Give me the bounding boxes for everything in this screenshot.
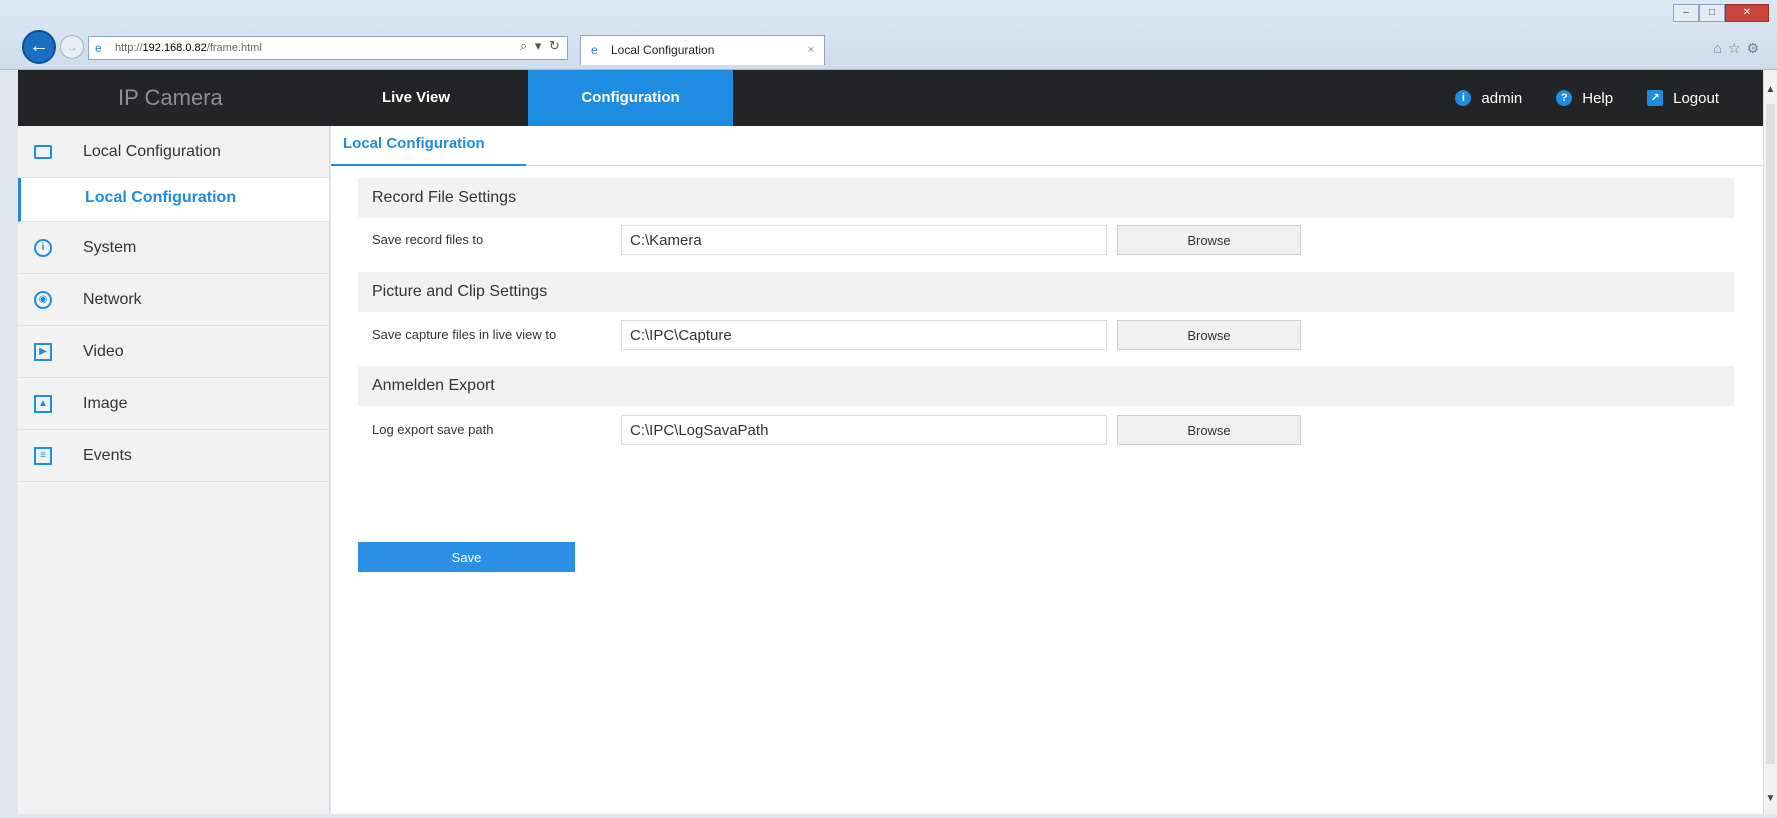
- address-tools[interactable]: ⌕ ▾ ↻: [520, 38, 562, 54]
- home-icon[interactable]: ⌂: [1713, 40, 1727, 56]
- help-link[interactable]: ? Help: [1556, 90, 1613, 107]
- sidebar-item-network[interactable]: ◉ Network: [18, 274, 329, 326]
- window-close-icon[interactable]: ✕: [1725, 4, 1769, 22]
- info-icon: i: [34, 239, 52, 257]
- section-anmelden-export: Anmelden Export: [358, 366, 1734, 406]
- user-info-icon: i: [1455, 90, 1472, 106]
- page-scrollbar[interactable]: ▲ ▼: [1763, 70, 1777, 814]
- sidebar-item-label: System: [83, 239, 137, 256]
- scroll-thumb[interactable]: [1766, 104, 1775, 764]
- url-host: 192.168.0.82: [142, 42, 207, 54]
- sidebar-item-label: Local Configuration: [83, 143, 221, 160]
- maximize-icon[interactable]: □: [1699, 4, 1725, 22]
- url-path: /frame.html: [206, 42, 262, 54]
- record-browse-button[interactable]: Browse: [1117, 225, 1301, 255]
- log-path-input[interactable]: [621, 415, 1107, 445]
- sidebar-item-system[interactable]: i System: [18, 222, 329, 274]
- sidebar-item-label: Events: [83, 447, 132, 464]
- log-browse-button[interactable]: Browse: [1117, 415, 1301, 445]
- ie-tab-icon: e: [591, 43, 598, 57]
- image-icon: ▲: [34, 395, 52, 413]
- sidebar-item-video[interactable]: ▶ Video: [18, 326, 329, 378]
- capture-path-input[interactable]: [621, 320, 1107, 350]
- globe-icon: ◉: [34, 291, 52, 309]
- record-path-input[interactable]: [621, 225, 1107, 255]
- browser-toolbar-icons: ⌂☆⚙: [1713, 40, 1765, 57]
- nav-configuration[interactable]: Configuration: [528, 70, 733, 126]
- url-prefix: http://: [115, 42, 143, 54]
- back-icon[interactable]: ←: [22, 30, 56, 64]
- sidebar-item-label: Video: [83, 343, 124, 360]
- content-tabbar: Local Configuration: [331, 126, 1763, 166]
- logout-icon: ↗: [1647, 90, 1664, 106]
- minimize-icon[interactable]: –: [1673, 4, 1699, 22]
- monitor-icon: [34, 145, 52, 159]
- header-user-menu: i admin ? Help ↗ Logout: [1455, 70, 1719, 126]
- events-icon: ≡: [34, 447, 52, 465]
- sidebar-item-image[interactable]: ▲ Image: [18, 378, 329, 430]
- section-record-file-settings: Record File Settings: [358, 178, 1734, 218]
- app-header: IP Camera Live View Configuration i admi…: [18, 70, 1763, 126]
- settings-gear-icon[interactable]: ⚙: [1746, 40, 1765, 56]
- browser-chrome: ← → e http://192.168.0.82/frame.html ⌕ ▾ …: [0, 0, 1777, 70]
- help-icon: ?: [1556, 90, 1573, 106]
- sidebar-item-label: Network: [83, 291, 142, 308]
- tab-close-icon[interactable]: ×: [808, 36, 814, 64]
- scroll-up-icon[interactable]: ▲: [1764, 84, 1777, 95]
- sidebar-item-label: Image: [83, 395, 128, 412]
- user-menu[interactable]: i admin: [1455, 90, 1522, 107]
- capture-browse-button[interactable]: Browse: [1117, 320, 1301, 350]
- sidebar-item-local-configuration[interactable]: Local Configuration: [18, 126, 329, 178]
- brand-logo: IP Camera: [118, 85, 223, 110]
- browser-tab[interactable]: e Local Configuration ×: [580, 35, 825, 65]
- scroll-down-icon[interactable]: ▼: [1764, 793, 1777, 804]
- username: admin: [1481, 89, 1523, 107]
- forward-icon[interactable]: →: [60, 35, 84, 59]
- save-button[interactable]: Save: [358, 542, 575, 572]
- nav-live-view[interactable]: Live View: [336, 70, 496, 126]
- section-picture-clip-settings: Picture and Clip Settings: [358, 272, 1734, 312]
- sidebar-item-events[interactable]: ≡ Events: [18, 430, 329, 482]
- record-path-label: Save record files to: [372, 232, 484, 247]
- main-content: Local Configuration Record File Settings…: [331, 126, 1763, 814]
- sidebar: Local Configuration Local Configuration …: [18, 126, 330, 814]
- favorites-icon[interactable]: ☆: [1728, 40, 1747, 56]
- address-bar[interactable]: e http://192.168.0.82/frame.html: [88, 36, 568, 60]
- help-label: Help: [1582, 89, 1614, 107]
- video-icon: ▶: [34, 343, 52, 361]
- ie-page-icon: e: [95, 41, 102, 55]
- browser-tab-title: Local Configuration: [611, 43, 715, 57]
- window-controls: – □ ✕: [1673, 4, 1769, 22]
- log-path-label: Log export save path: [372, 422, 494, 437]
- sidebar-subitem-local-configuration[interactable]: Local Configuration: [18, 178, 329, 222]
- logout-label: Logout: [1673, 89, 1719, 107]
- tab-local-configuration[interactable]: Local Configuration: [331, 126, 526, 166]
- capture-path-label: Save capture files in live view to: [372, 327, 557, 342]
- logout-link[interactable]: ↗ Logout: [1647, 90, 1719, 107]
